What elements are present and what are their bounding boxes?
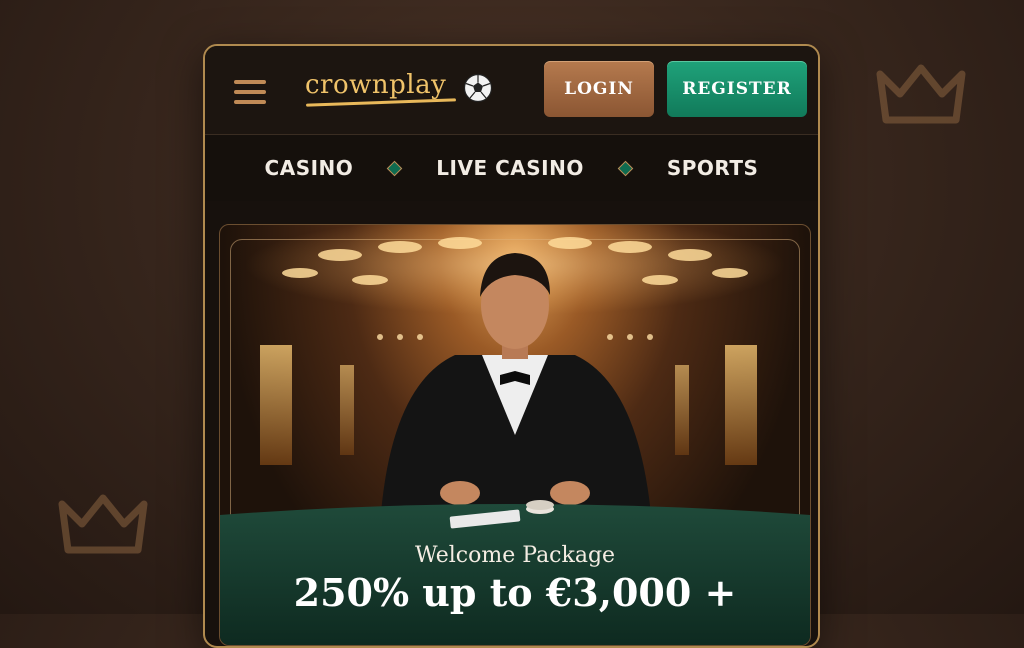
- login-button[interactable]: LOGIN: [544, 61, 654, 117]
- banner-offer: 250% up to €3,000 +: [293, 570, 737, 615]
- banner-title: Welcome Package: [414, 543, 616, 568]
- nav-live-casino[interactable]: LIVE CASINO: [436, 156, 584, 180]
- welcome-banner[interactable]: Welcome Package 250% up to €3,000 +: [219, 224, 811, 646]
- nav-sports[interactable]: SPORTS: [667, 156, 759, 180]
- crown-icon: [872, 62, 970, 126]
- hamburger-icon[interactable]: [234, 80, 266, 104]
- diamond-separator-icon: [387, 160, 403, 176]
- nav-casino[interactable]: CASINO: [265, 156, 354, 180]
- soccer-ball-icon: [463, 73, 493, 103]
- crown-icon: [54, 492, 152, 556]
- mobile-frame: crownplay LOGIN REGISTER CASINO LIVE CAS…: [203, 44, 820, 648]
- category-nav: CASINO LIVE CASINO SPORTS: [205, 135, 818, 201]
- register-button[interactable]: REGISTER: [667, 61, 807, 117]
- diamond-separator-icon: [617, 160, 634, 176]
- site-header: crownplay LOGIN REGISTER: [205, 46, 818, 135]
